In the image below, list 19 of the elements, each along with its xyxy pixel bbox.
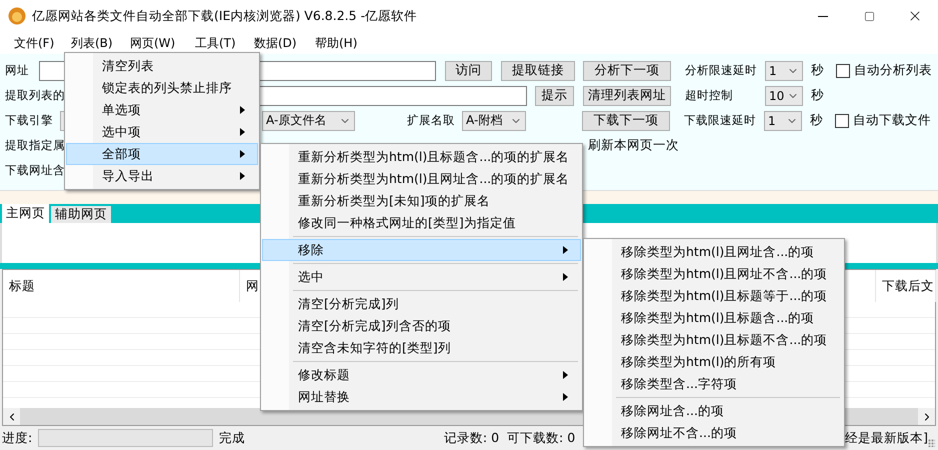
field-label: 提取列表的 bbox=[5, 88, 65, 103]
field-label: 扩展名取 bbox=[407, 113, 456, 128]
window-title: 亿愿网站各类文件自动全部下载(IE内核浏览器) V6.8.2.5 -亿愿软件 bbox=[32, 8, 418, 24]
field-label: 分析限速延时 bbox=[685, 63, 758, 78]
field-label: 下载引擎 bbox=[5, 113, 54, 128]
progress-label: 进度: bbox=[2, 430, 32, 446]
field-label: 下载限速延时 bbox=[684, 113, 757, 128]
status-text: 完成 bbox=[218, 430, 245, 446]
field-label: 超时控制 bbox=[685, 88, 734, 103]
field-label: 提取指定属 bbox=[5, 138, 65, 153]
record-count: 记录数: 0 bbox=[444, 430, 500, 446]
unit-label: 秒 bbox=[810, 112, 823, 129]
field-label: 下载网址含 bbox=[5, 163, 65, 178]
unit-label: 秒 bbox=[811, 87, 824, 104]
downloadable-count: 可下载数: 0 bbox=[507, 430, 576, 446]
unit-label: 秒 bbox=[811, 62, 824, 79]
version-text: 经是最新版本] bbox=[845, 430, 928, 446]
refresh-text: 刷新本网页一次 bbox=[588, 137, 679, 154]
field-label: 网址 bbox=[5, 63, 30, 78]
